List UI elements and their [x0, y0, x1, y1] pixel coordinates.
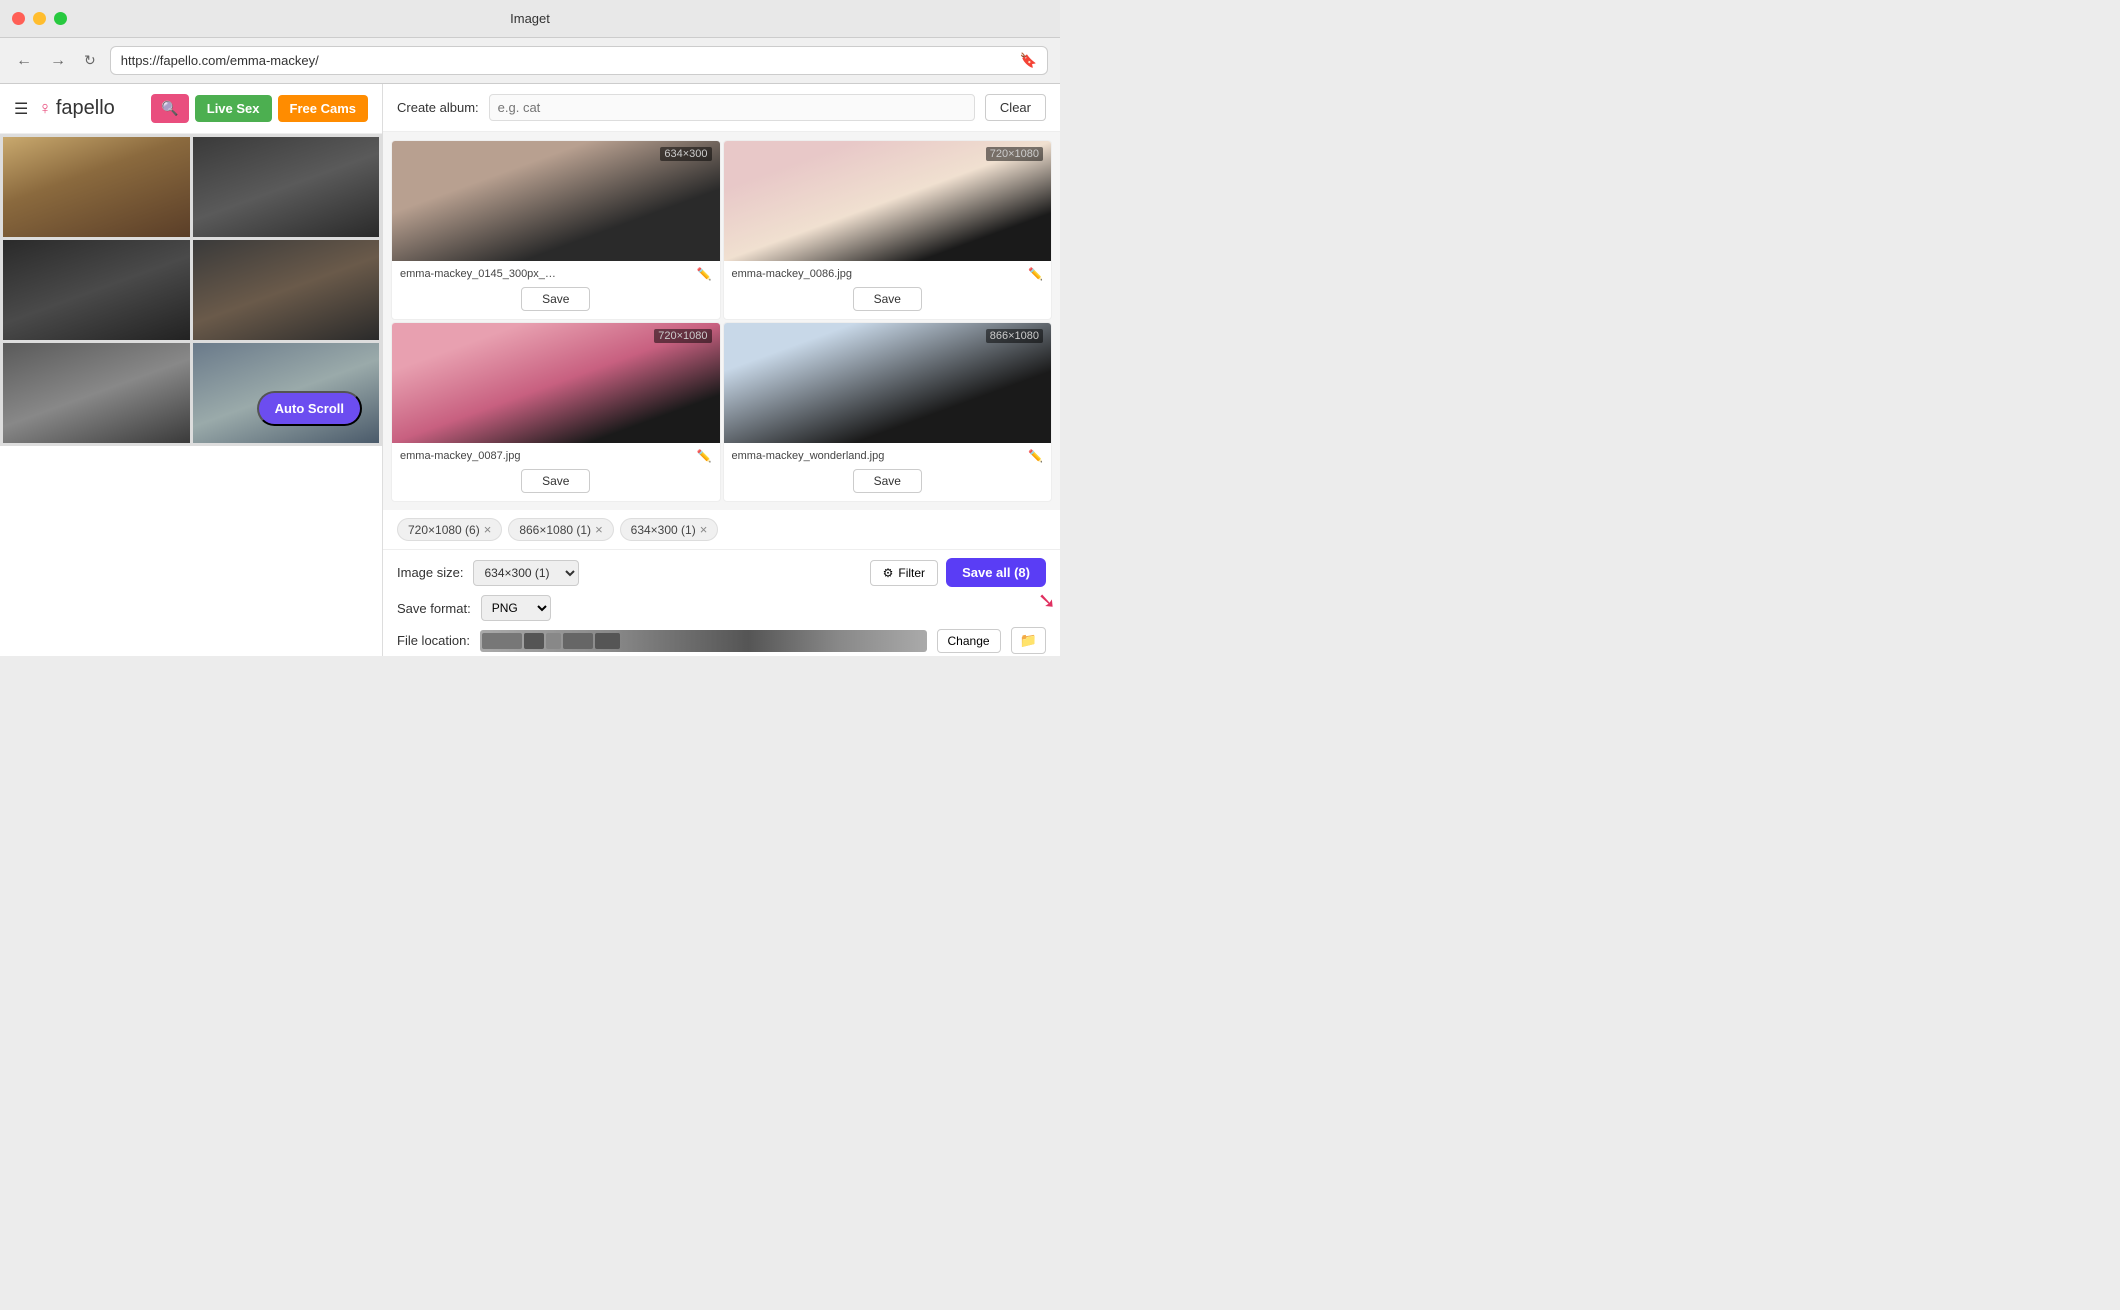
bookmark-icon[interactable]: 🔖: [1020, 52, 1037, 69]
file-location-label: File location:: [397, 633, 470, 648]
tag-remove-866[interactable]: ×: [595, 522, 603, 537]
filename-4: emma-mackey_wonderland.jpg: [732, 450, 885, 462]
result-image-1[interactable]: 634×300: [392, 141, 720, 261]
close-button[interactable]: [12, 12, 25, 25]
webpage-image-3[interactable]: [3, 240, 190, 340]
edit-icon-4[interactable]: ✏️: [1028, 449, 1043, 463]
save-all-button[interactable]: Save all (8): [946, 558, 1046, 587]
folder-button[interactable]: 📁: [1011, 627, 1046, 654]
loc-seg-1: [482, 633, 522, 649]
edit-icon-2[interactable]: ✏️: [1028, 267, 1043, 281]
filter-tags: 720×1080 (6) × 866×1080 (1) × 634×300 (1…: [383, 510, 1060, 549]
save-button-4[interactable]: Save: [853, 469, 922, 493]
result-card-3: 720×1080 emma-mackey_0087.jpg ✏️ Save: [391, 322, 721, 502]
result-card-2: 720×1080 emma-mackey_0086.jpg ✏️ Save: [723, 140, 1053, 320]
result-image-2[interactable]: 720×1080: [724, 141, 1052, 261]
filter-tag-866[interactable]: 866×1080 (1) ×: [508, 518, 613, 541]
tag-label-866: 866×1080 (1): [519, 523, 591, 537]
loc-seg-5: [595, 633, 620, 649]
main-layout: ☰ ♀ fapello 🔍 Live Sex Free Cams Aut: [0, 84, 1060, 656]
filter-tag-634[interactable]: 634×300 (1) ×: [620, 518, 719, 541]
filter-button[interactable]: ⚙ Filter: [870, 560, 938, 586]
refresh-button[interactable]: ↻: [80, 50, 100, 71]
filename-1: emma-mackey_0145_300px_3.jp: [400, 268, 560, 280]
auto-scroll-button[interactable]: Auto Scroll: [257, 391, 362, 426]
tag-label-720: 720×1080 (6): [408, 523, 480, 537]
dimension-label-4: 866×1080: [986, 329, 1043, 343]
filter-tag-720[interactable]: 720×1080 (6) ×: [397, 518, 502, 541]
webpage-image-4[interactable]: [193, 240, 380, 340]
results-grid: 634×300 emma-mackey_0145_300px_3.jp ✏️ S…: [383, 132, 1060, 510]
filter-label: Filter: [898, 566, 925, 580]
result-meta-3: emma-mackey_0087.jpg ✏️: [392, 443, 720, 469]
result-meta-1: emma-mackey_0145_300px_3.jp ✏️: [392, 261, 720, 287]
forward-button[interactable]: →: [46, 50, 70, 72]
browser-chrome: ← → ↻ https://fapello.com/emma-mackey/ 🔖: [0, 38, 1060, 84]
dimension-label-1: 634×300: [660, 147, 711, 161]
titlebar-buttons: [12, 12, 67, 25]
address-bar[interactable]: https://fapello.com/emma-mackey/ 🔖: [110, 46, 1048, 75]
dimension-label-3: 720×1080: [654, 329, 711, 343]
url-text: https://fapello.com/emma-mackey/: [121, 53, 319, 68]
loc-seg-2: [524, 633, 544, 649]
window-title: Imaget: [510, 11, 550, 26]
hamburger-icon[interactable]: ☰: [14, 99, 28, 119]
fapello-right: 🔍 Live Sex Free Cams: [151, 94, 368, 123]
file-location-row: File location: Change 📁: [397, 627, 1046, 654]
clear-button[interactable]: Clear: [985, 94, 1046, 121]
result-card-4: 866×1080 emma-mackey_wonderland.jpg ✏️ S…: [723, 322, 1053, 502]
maximize-button[interactable]: [54, 12, 67, 25]
fapello-left: ☰ ♀ fapello: [14, 97, 115, 120]
image-size-label: Image size:: [397, 565, 463, 580]
image-size-row: Image size: 634×300 (1) 720×1080 (6) 866…: [397, 558, 1046, 587]
loc-seg-4: [563, 633, 593, 649]
result-meta-4: emma-mackey_wonderland.jpg ✏️: [724, 443, 1052, 469]
dimension-label-2: 720×1080: [986, 147, 1043, 161]
tag-label-634: 634×300 (1): [631, 523, 696, 537]
webpage-image-5[interactable]: [3, 343, 190, 443]
edit-icon-1[interactable]: ✏️: [697, 267, 712, 281]
logo-icon: ♀: [38, 98, 52, 119]
filter-icon: ⚙: [883, 566, 894, 580]
change-button[interactable]: Change: [937, 629, 1001, 653]
save-button-3[interactable]: Save: [521, 469, 590, 493]
album-input[interactable]: [489, 94, 975, 121]
filename-3: emma-mackey_0087.jpg: [400, 450, 520, 462]
tag-remove-720[interactable]: ×: [484, 522, 492, 537]
minimize-button[interactable]: [33, 12, 46, 25]
result-meta-2: emma-mackey_0086.jpg ✏️: [724, 261, 1052, 287]
fapello-logo: ♀ fapello: [38, 97, 114, 120]
webpage-image-2[interactable]: [193, 137, 380, 237]
filename-2: emma-mackey_0086.jpg: [732, 268, 852, 280]
result-image-3[interactable]: 720×1080: [392, 323, 720, 443]
result-card-1: 634×300 emma-mackey_0145_300px_3.jp ✏️ S…: [391, 140, 721, 320]
search-button[interactable]: 🔍: [151, 94, 188, 123]
edit-icon-3[interactable]: ✏️: [697, 449, 712, 463]
location-segments: [480, 630, 927, 652]
webpage-image-1[interactable]: [3, 137, 190, 237]
extension-panel: Create album: Clear 634×300 emma-mackey_…: [383, 84, 1060, 656]
fapello-header: ☰ ♀ fapello 🔍 Live Sex Free Cams: [0, 84, 382, 134]
back-button[interactable]: ←: [12, 50, 36, 72]
tag-remove-634[interactable]: ×: [700, 522, 708, 537]
webpage-panel: ☰ ♀ fapello 🔍 Live Sex Free Cams Aut: [0, 84, 383, 656]
live-sex-button[interactable]: Live Sex: [195, 95, 272, 122]
titlebar: Imaget: [0, 0, 1060, 38]
save-button-2[interactable]: Save: [853, 287, 922, 311]
format-select[interactable]: PNG JPG WEBP: [481, 595, 551, 621]
location-bar: [480, 630, 927, 652]
save-button-1[interactable]: Save: [521, 287, 590, 311]
create-album-header: Create album: Clear: [383, 84, 1060, 132]
result-image-4[interactable]: 866×1080: [724, 323, 1052, 443]
bottom-controls: Image size: 634×300 (1) 720×1080 (6) 866…: [383, 549, 1060, 656]
free-cams-button[interactable]: Free Cams: [278, 95, 368, 122]
loc-seg-3: [546, 633, 561, 649]
save-format-row: Save format: PNG JPG WEBP: [397, 595, 1046, 621]
image-size-select[interactable]: 634×300 (1) 720×1080 (6) 866×1080 (1): [473, 560, 579, 586]
logo-text: fapello: [56, 97, 115, 120]
save-format-label: Save format:: [397, 601, 471, 616]
create-album-label: Create album:: [397, 100, 479, 115]
